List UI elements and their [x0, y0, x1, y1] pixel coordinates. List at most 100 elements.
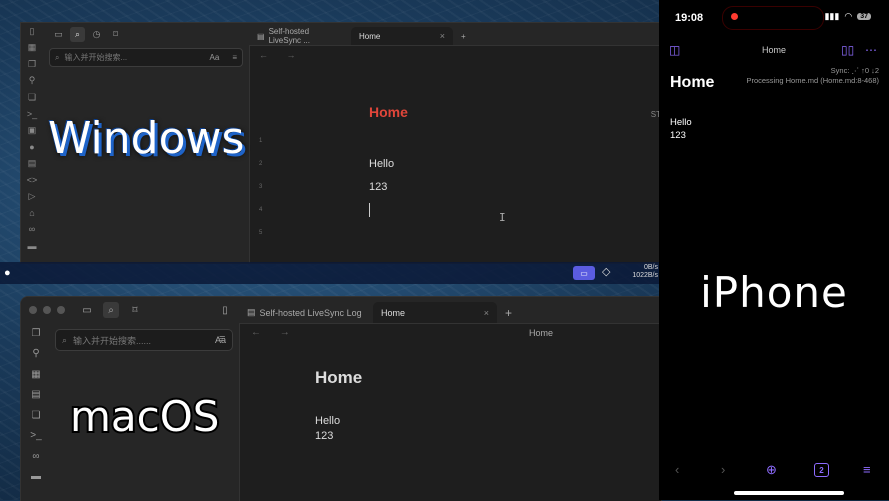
menu-icon[interactable]: ≡ [863, 462, 871, 477]
tab-count-badge[interactable]: 2 [814, 463, 829, 477]
link-icon[interactable]: ∞ [21, 221, 43, 238]
terminal-icon[interactable]: >_ [21, 106, 43, 123]
note-title: Home [670, 74, 715, 91]
nav-arrows[interactable]: ← → [259, 50, 304, 60]
iphone-bottom-toolbar: ‹ › ⊕ 2 ≡ [659, 460, 889, 482]
code-icon[interactable]: <> [21, 172, 43, 189]
reading-view-icon[interactable]: ▯▯ [841, 43, 854, 57]
header-title: Home [761, 45, 786, 55]
archive-icon[interactable]: ▬ [21, 467, 51, 488]
note-line[interactable]: Hello [315, 415, 340, 427]
close-tab-icon[interactable]: × [440, 31, 445, 41]
search-icon[interactable]: ⌕ [70, 26, 85, 42]
note-title: Home [369, 104, 408, 120]
calendar-icon[interactable]: ▤ [21, 155, 43, 172]
screen-share-icon[interactable]: ▭ [573, 266, 595, 280]
search-icon: ⌕ [62, 334, 68, 345]
graph-icon[interactable]: ⚲ [21, 344, 51, 365]
files-icon[interactable]: ❐ [21, 56, 43, 73]
network-speed: 0B/s 1022B/s [632, 264, 658, 280]
tab-label: Self-hosted LiveSync ... [268, 27, 310, 45]
clock-icon[interactable]: ◷ [89, 27, 104, 42]
close-tab-icon[interactable]: × [484, 308, 489, 318]
bookmark-icon[interactable]: ⌑ [127, 302, 143, 318]
note-line[interactable]: 123 [315, 430, 333, 442]
windows-tab-bar: ▤ Self-hosted LiveSync ... Home × + [249, 23, 661, 46]
back-icon[interactable]: ‹ [675, 462, 679, 477]
mac-search-input[interactable]: ⌕ 输入并开始搜索...... Aa [55, 329, 233, 351]
copy-icon[interactable]: ❏ [21, 405, 51, 426]
line-number: 2 [259, 161, 263, 167]
image-icon[interactable]: ▣ [21, 122, 43, 139]
search-placeholder: 输入并开始搜索... [64, 53, 128, 62]
archive-icon[interactable]: ▬ [21, 238, 43, 255]
line-number: 1 [259, 138, 263, 144]
search-settings-icon[interactable]: ≡ [232, 53, 237, 62]
more-options-icon[interactable]: ⋯ [865, 43, 877, 57]
grid-icon[interactable]: ▦ [21, 40, 43, 57]
terminal-icon[interactable]: >_ [21, 426, 51, 447]
files-icon[interactable]: ❐ [21, 323, 51, 344]
link-icon[interactable]: ∞ [21, 446, 51, 467]
tab-livesync-log[interactable]: ▤ Self-hosted LiveSync ... [249, 27, 351, 45]
mac-menubar: ● ▭ ◇ 0B/s 1022B/s [0, 262, 659, 284]
tab-home[interactable]: Home × [351, 27, 453, 45]
match-case-button[interactable]: Aa [210, 53, 220, 62]
bookmark-icon[interactable]: ⌑ [108, 27, 123, 42]
tab-home[interactable]: Home × [373, 302, 497, 323]
traffic-lights[interactable] [29, 306, 65, 314]
sidebar-toggle-icon[interactable]: ▯ [21, 23, 43, 40]
folder-icon[interactable]: ▭ [79, 302, 95, 318]
apple-icon[interactable]: ● [4, 267, 11, 279]
line-number: 4 [259, 207, 263, 213]
status-time: 19:08 [675, 12, 704, 24]
mouse-cursor: I [499, 211, 506, 224]
windows-editor[interactable]: ← → Home ST 1 2 3 4 5 Hello 123 I [249, 46, 661, 263]
line-number: 3 [259, 184, 263, 190]
windows-ribbon: ▯ ▦ ❐ ⚲ ❏ >_ ▣ ● ▤ <> ▷ ⌂ ∞ ▬ [21, 23, 44, 263]
new-tab-button[interactable]: + [497, 302, 520, 323]
mac-editor[interactable]: ← → Home Home Hello 123 [239, 324, 661, 501]
forward-icon[interactable]: › [721, 462, 725, 477]
copy-icon[interactable]: ❏ [21, 89, 43, 106]
calendar-icon[interactable]: ▤ [21, 385, 51, 406]
search-placeholder: 输入并开始搜索...... [73, 335, 152, 346]
windows-label: Windows [48, 113, 245, 164]
new-note-icon[interactable]: ⊕ [766, 462, 777, 478]
folder-icon[interactable]: ▭ [51, 27, 66, 42]
windows-search-input[interactable]: ⌕ 输入并开始搜索... Aa ≡ [49, 48, 243, 67]
home-icon[interactable]: ⌂ [21, 205, 43, 222]
graph-icon[interactable]: ⚲ [21, 73, 43, 90]
status-icons: ▮▮▮ ◠ 37 [824, 11, 871, 22]
microphone-icon[interactable]: ● [21, 139, 43, 156]
download-speed: 1022B/s [632, 272, 658, 279]
signal-icon: ▮▮▮ [824, 11, 840, 21]
tab-label: Self-hosted LiveSync Log [259, 307, 362, 318]
processing-status: Processing Home.md (Home.md:8-468) [746, 76, 879, 85]
note-title: Home [315, 368, 363, 387]
line-number: 5 [259, 230, 263, 236]
nav-arrows[interactable]: ← → [251, 327, 298, 338]
diamond-icon[interactable]: ◇ [602, 265, 610, 278]
grid-icon[interactable]: ▦ [21, 364, 51, 385]
tab-label: Home [381, 307, 406, 318]
search-settings-icon[interactable]: ≡ [219, 333, 225, 345]
sync-status: Sync: ⋰ ↑0 ↓2 [830, 66, 879, 75]
note-line[interactable]: 123 [369, 181, 387, 193]
file-icon: ▤ [247, 307, 256, 317]
windows-side-toolbar: ▭ ⌕ ◷ ⌑ [43, 23, 249, 45]
mac-title-area: ▭ ⌕ ⌑ ▯ [21, 297, 239, 323]
note-line[interactable]: Hello [670, 117, 692, 128]
new-tab-button[interactable]: + [453, 27, 474, 45]
macos-label: macOS [68, 390, 221, 443]
sidebar-toggle-icon[interactable]: ▯ [217, 302, 233, 318]
play-icon[interactable]: ▷ [21, 188, 43, 205]
note-line[interactable]: 123 [670, 130, 686, 141]
recording-indicator-icon [731, 13, 738, 20]
tab-label: Home [359, 31, 381, 41]
tab-livesync-log[interactable]: ▤ Self-hosted LiveSync Log [239, 302, 373, 323]
search-icon[interactable]: ⌕ [103, 302, 119, 318]
wifi-icon: ◠ [844, 11, 853, 21]
iphone-label: iPhone [700, 268, 848, 317]
note-line[interactable]: Hello [369, 158, 394, 170]
